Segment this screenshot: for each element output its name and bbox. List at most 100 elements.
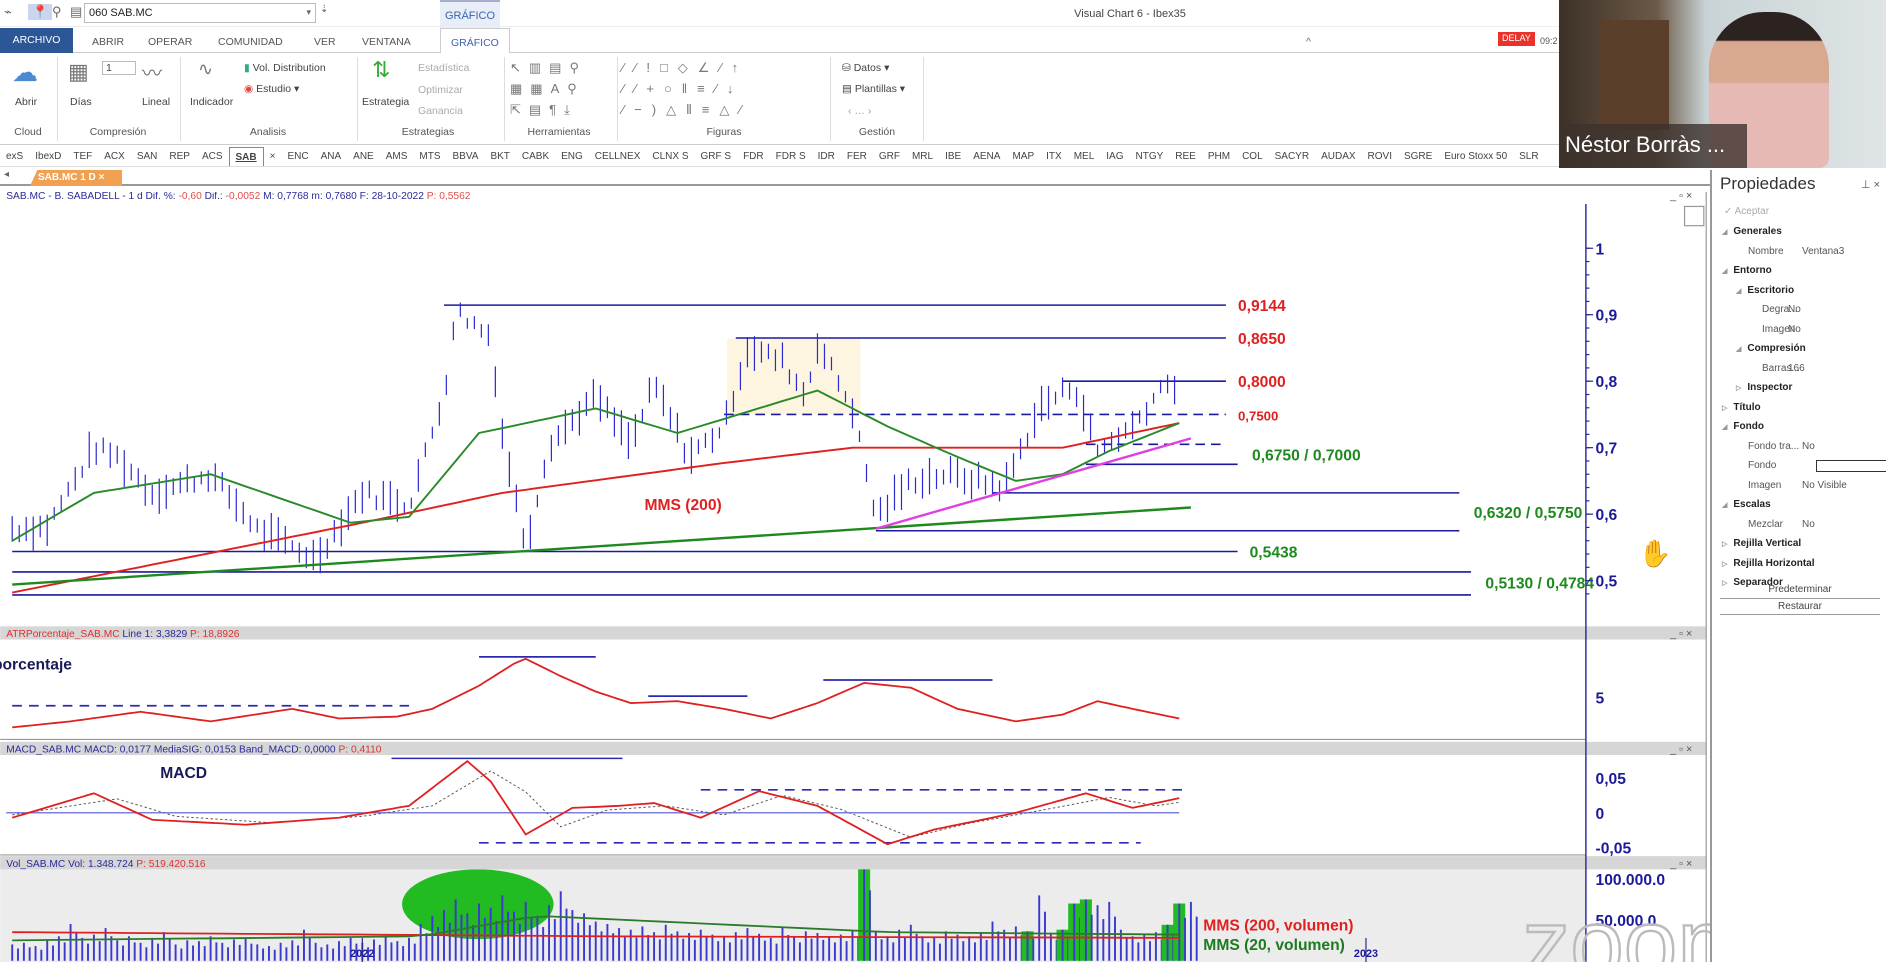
ticker-tab[interactable]: MTS bbox=[413, 147, 446, 166]
scroll-left-icon[interactable]: ◂ bbox=[4, 169, 9, 180]
ticker-tab[interactable]: ANA bbox=[315, 147, 348, 166]
ticker-tab[interactable]: FDR S bbox=[770, 147, 812, 166]
property-value[interactable]: No bbox=[1788, 324, 1801, 335]
expand-arrow-icon[interactable]: ◢ bbox=[1736, 288, 1741, 295]
ticker-tab[interactable]: REP bbox=[163, 147, 196, 166]
symbol-combo[interactable]: 060 SAB.MC ▾ bbox=[84, 3, 316, 23]
expand-arrow-icon[interactable]: ◢ bbox=[1722, 502, 1727, 509]
expand-arrow-icon[interactable]: ▷ bbox=[1722, 405, 1727, 412]
property-row[interactable]: ▷ Rejilla Vertical bbox=[1722, 538, 1801, 549]
abrir-button[interactable]: Abrir bbox=[15, 96, 37, 108]
property-value[interactable]: Ventana3 bbox=[1802, 246, 1844, 257]
expand-arrow-icon[interactable]: ▷ bbox=[1736, 385, 1741, 392]
ticker-tab[interactable]: IbexD bbox=[29, 147, 67, 166]
ticker-tab[interactable]: SACYR bbox=[1269, 147, 1315, 166]
dias-button[interactable]: Días bbox=[70, 96, 92, 108]
compression-input[interactable]: 1 bbox=[102, 61, 136, 75]
tab-operar[interactable]: OPERAR bbox=[148, 32, 192, 53]
ticker-tab[interactable]: GRF S bbox=[695, 147, 738, 166]
property-row[interactable]: ◢ Fondo bbox=[1722, 421, 1764, 432]
property-row[interactable]: ◢ Escalas bbox=[1722, 499, 1771, 510]
pin-icon[interactable]: 📍 bbox=[28, 4, 53, 20]
collapse-ribbon-icon[interactable]: ^ bbox=[1306, 32, 1311, 53]
ticker-tab[interactable]: SLR bbox=[1513, 147, 1544, 166]
property-value[interactable]: No bbox=[1802, 519, 1815, 530]
ticker-tab[interactable]: Euro Stoxx 50 bbox=[1438, 147, 1513, 166]
expand-arrow-icon[interactable]: ▷ bbox=[1722, 561, 1727, 568]
ticker-tab[interactable]: ANE bbox=[347, 147, 380, 166]
ticker-tab[interactable]: CLNX S bbox=[646, 147, 694, 166]
property-row[interactable]: ◢ Entorno bbox=[1722, 265, 1772, 276]
lineal-button[interactable]: Lineal bbox=[142, 96, 170, 108]
doc-tab-sabmc[interactable]: SAB.MC 1 D × bbox=[30, 170, 122, 186]
customize-icon[interactable]: ⇣ bbox=[320, 4, 328, 15]
pane-window-controls[interactable]: _ ▫ × bbox=[1669, 858, 1692, 870]
ticker-tab[interactable]: TEF bbox=[67, 147, 98, 166]
ticker-tab[interactable]: ACX bbox=[98, 147, 131, 166]
estudio-button[interactable]: ◉ Estudio ▾ bbox=[244, 83, 299, 95]
property-row[interactable]: ◢ Escritorio bbox=[1736, 285, 1794, 296]
close-icon[interactable]: × bbox=[99, 172, 105, 183]
ticker-tab[interactable]: exS bbox=[0, 147, 29, 166]
ticker-tab[interactable]: NTGY bbox=[1129, 147, 1169, 166]
tab-grafico[interactable]: GRÁFICO bbox=[440, 28, 510, 54]
restaurar-button[interactable]: Restaurar bbox=[1720, 598, 1880, 615]
tab-ver[interactable]: VER bbox=[314, 32, 336, 53]
property-row[interactable]: Fondo tra... No bbox=[1736, 441, 1815, 452]
expand-arrow-icon[interactable]: ◢ bbox=[1722, 268, 1727, 275]
ticker-tab[interactable]: AENA bbox=[967, 147, 1006, 166]
close-icon[interactable]: × bbox=[264, 147, 282, 166]
ticker-tab[interactable]: IAG bbox=[1100, 147, 1129, 166]
nav-arrows[interactable]: ‹ … › bbox=[848, 105, 871, 117]
ticker-tab[interactable]: FER bbox=[841, 147, 873, 166]
property-row[interactable]: ◢ Compresión bbox=[1736, 343, 1806, 354]
ticker-tab[interactable]: ITX bbox=[1040, 147, 1068, 166]
ticker-tab[interactable]: SAB bbox=[228, 147, 264, 166]
tab-archivo[interactable]: ARCHIVO bbox=[0, 28, 73, 53]
accept-button[interactable]: ✓ Aceptar bbox=[1724, 206, 1769, 217]
ticker-tab[interactable]: CELLNEX bbox=[589, 147, 647, 166]
ticker-tab[interactable]: AUDAX bbox=[1315, 147, 1361, 166]
property-row[interactable]: Imagen No Visible bbox=[1736, 480, 1847, 491]
ticker-tab[interactable]: FDR bbox=[737, 147, 770, 166]
ticker-tab[interactable]: COL bbox=[1236, 147, 1269, 166]
ticker-tab[interactable]: AMS bbox=[380, 147, 414, 166]
tool-icons[interactable]: ↖▥▤⚲ ▦▦A⚲ ⇱▤¶⤓ bbox=[510, 57, 587, 120]
tab-comunidad[interactable]: COMUNIDAD bbox=[218, 32, 283, 53]
plantillas-button[interactable]: ▤ Plantillas ▾ bbox=[842, 83, 905, 95]
ticker-tab[interactable]: MEL bbox=[1068, 147, 1101, 166]
property-value[interactable]: No bbox=[1788, 304, 1801, 315]
tab-ventana[interactable]: VENTANA bbox=[362, 32, 411, 53]
ticker-tab[interactable]: CABK bbox=[516, 147, 555, 166]
property-row[interactable]: Mezclar No bbox=[1736, 519, 1815, 530]
ticker-tab[interactable]: MRL bbox=[906, 147, 939, 166]
ticker-tab[interactable]: IDR bbox=[812, 147, 841, 166]
property-value[interactable]: No bbox=[1802, 441, 1815, 452]
datos-button[interactable]: ⛁ Datos ▾ bbox=[842, 62, 889, 74]
property-row[interactable]: Imagen No bbox=[1750, 324, 1801, 335]
property-row[interactable]: Barras... 166 bbox=[1750, 363, 1805, 374]
pin-outline-icon[interactable]: ⚲ bbox=[52, 4, 62, 20]
ticker-tab[interactable]: ROVI bbox=[1362, 147, 1398, 166]
property-row[interactable]: Nombre Ventana3 bbox=[1736, 246, 1844, 257]
optimizar-button[interactable]: Optimizar bbox=[418, 84, 463, 96]
ticker-tab[interactable]: MAP bbox=[1006, 147, 1040, 166]
ticker-tab[interactable]: ACS bbox=[196, 147, 229, 166]
pane-window-controls[interactable]: _ ▫ × bbox=[1669, 192, 1692, 202]
figure-icons[interactable]: ⁄⁄!□◇∠⁄↑ ⁄⁄+○‖≡⁄↓ ⁄−)△⦀≡△⁄ bbox=[622, 57, 752, 120]
predeterminar-button[interactable]: Predeterminar bbox=[1720, 582, 1880, 597]
ticker-tab[interactable]: IBE bbox=[939, 147, 967, 166]
property-row[interactable]: ◢ Generales bbox=[1722, 226, 1782, 237]
ticker-tab[interactable]: GRF bbox=[873, 147, 906, 166]
pane-window-controls[interactable]: _ ▫ × bbox=[1669, 744, 1692, 756]
property-row[interactable]: ▷ Título bbox=[1722, 402, 1761, 413]
property-row[interactable]: Degra... No bbox=[1750, 304, 1801, 315]
ticker-tab[interactable]: SGRE bbox=[1398, 147, 1438, 166]
ticker-tab[interactable]: SAN bbox=[131, 147, 164, 166]
ticker-tab[interactable]: ENG bbox=[555, 147, 589, 166]
property-row[interactable]: ▷ Inspector bbox=[1736, 382, 1792, 393]
pane-window-controls[interactable]: _ ▫ × bbox=[1669, 628, 1692, 640]
ticker-tab[interactable]: BKT bbox=[484, 147, 515, 166]
pin-close-icons[interactable]: ⊥ × bbox=[1861, 178, 1880, 191]
ganancia-button[interactable]: Ganancia bbox=[418, 105, 463, 117]
